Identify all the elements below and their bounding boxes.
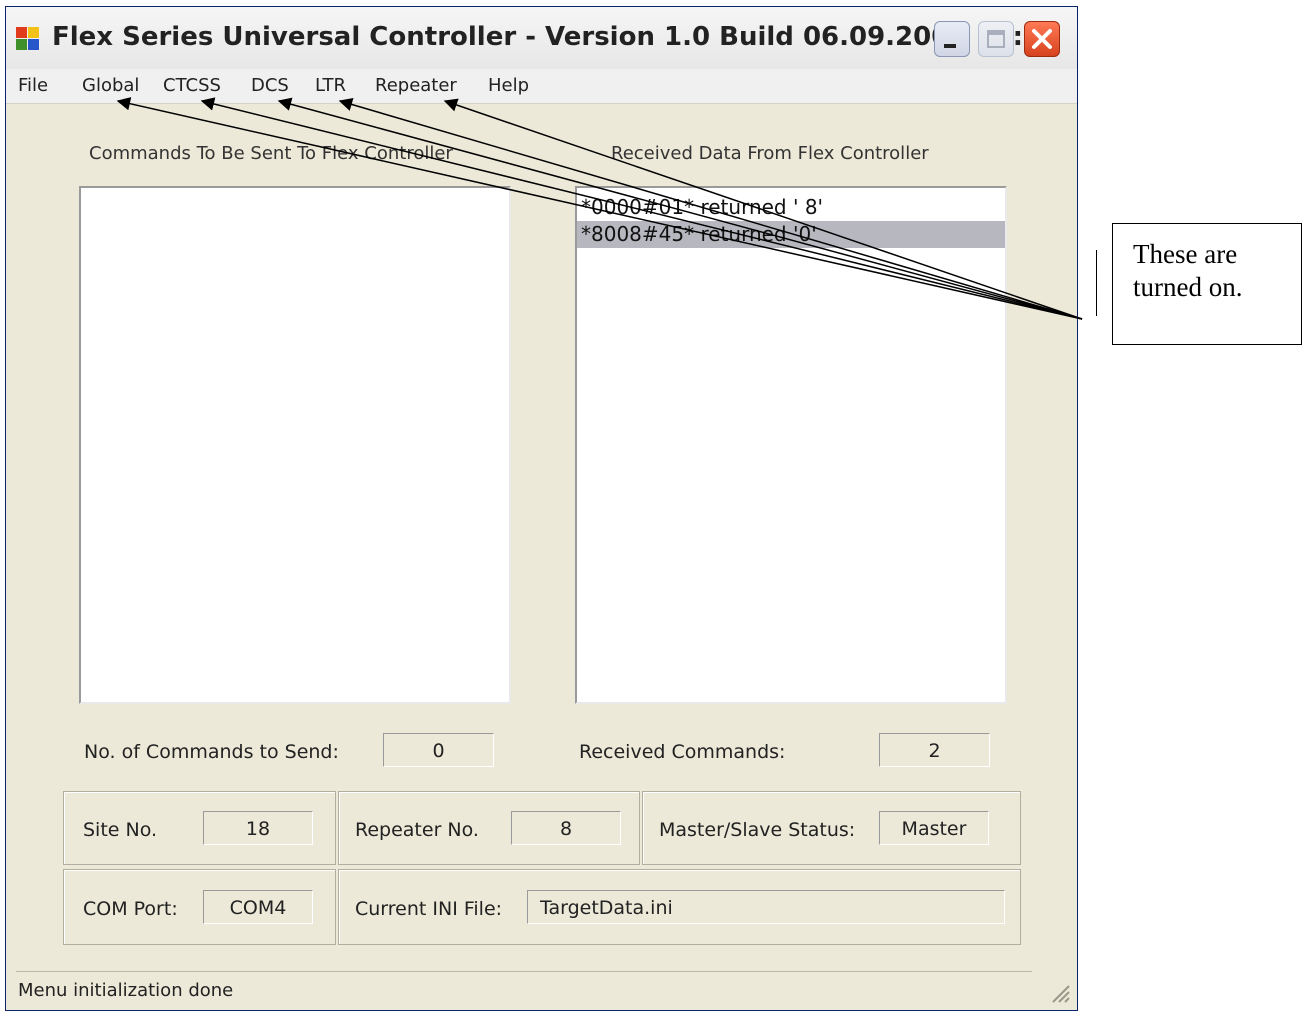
callout-text: These are turned on. xyxy=(1133,238,1242,304)
arrow-to-ltr xyxy=(338,97,1083,320)
arrow-to-ctcss xyxy=(200,97,1083,320)
annotation-callout: These are turned on. xyxy=(1112,223,1302,345)
callout-divider xyxy=(1096,250,1097,316)
arrow-to-repeater xyxy=(443,98,1083,320)
annotation-arrows xyxy=(116,97,1083,320)
arrow-to-dcs xyxy=(277,97,1083,320)
callout-line-1: These are xyxy=(1133,239,1238,269)
callout-line-2: turned on. xyxy=(1133,272,1243,302)
arrow-to-global xyxy=(116,97,1083,320)
